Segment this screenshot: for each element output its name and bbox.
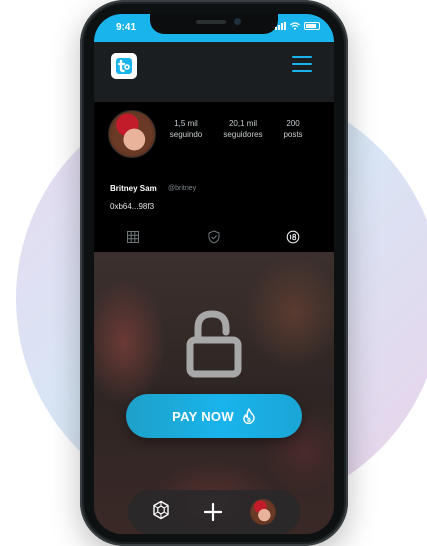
hexagon-icon[interactable] [152, 500, 170, 520]
profile-handle: @britney [168, 185, 197, 192]
wifi-icon [290, 22, 300, 30]
grid-icon[interactable] [126, 230, 140, 244]
signal-icon [275, 22, 286, 30]
wallet-address: 0xb64...98f3 [110, 202, 155, 211]
stat-value: 200 [286, 119, 300, 128]
app-screen: 9:41 1,5 mil seguindo 20,1 mil seguidore… [94, 14, 334, 534]
stat-label: seguindo [169, 130, 203, 139]
stat-value: 1,5 mil [174, 119, 198, 128]
profile-tabs [94, 222, 334, 252]
app-header [94, 42, 334, 102]
status-bar: 9:41 [94, 14, 334, 42]
age-18-icon[interactable] [286, 230, 300, 244]
pay-now-button[interactable]: PAY NOW [126, 394, 302, 438]
app-logo[interactable] [111, 53, 137, 79]
unlock-icon [186, 310, 242, 378]
bottom-nav [128, 490, 300, 534]
avatar[interactable] [108, 110, 156, 158]
status-icons [275, 22, 320, 30]
menu-icon[interactable] [292, 56, 312, 74]
stat-followers[interactable]: 20,1 mil seguidores [215, 118, 271, 140]
profile-header: 1,5 mil seguindo 20,1 mil seguidores 200… [94, 102, 334, 222]
battery-icon [304, 22, 320, 30]
plus-icon[interactable] [204, 503, 222, 521]
stat-value: 20,1 mil [228, 119, 257, 128]
stat-posts[interactable]: 200 posts [265, 118, 321, 140]
fire-icon [243, 408, 255, 424]
pay-now-label: PAY NOW [172, 408, 234, 424]
status-time: 9:41 [116, 22, 137, 33]
stat-label: posts [283, 130, 303, 139]
stat-label: seguidores [223, 130, 263, 139]
stat-following[interactable]: 1,5 mil seguindo [158, 118, 214, 140]
notch [150, 14, 278, 34]
profile-name: Britney Sam [110, 184, 157, 193]
avatar[interactable] [250, 499, 276, 525]
locked-content: PAY NOW [94, 252, 334, 534]
shield-check-icon[interactable] [207, 230, 221, 244]
